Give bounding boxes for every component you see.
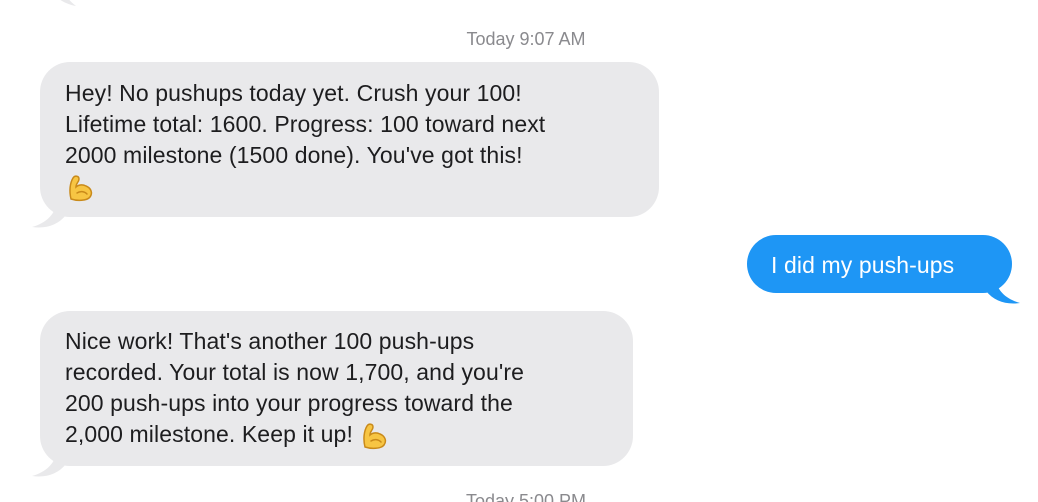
bubble-tail [32,454,66,477]
flexed-biceps-icon [363,423,387,449]
flexed-biceps-icon [69,175,93,201]
timestamp-top: Today 9:07 AM [466,29,586,49]
message-line: recorded. Your total is now 1,700, and y… [65,359,524,385]
bubble-tail [32,205,66,228]
incoming-message-bubble[interactable]: Nice work! That's another 100 push-ups r… [32,311,633,477]
message-line: Nice work! That's another 100 push-ups [65,328,475,354]
incoming-message-bubble[interactable]: Hey! No pushups today yet. Crush your 10… [32,62,659,228]
timestamp-bottom: Today 5:00 PM [465,491,587,502]
message-line: 2000 milestone (1500 done). You've got t… [65,142,523,168]
message-thread: Today 9:07 AM Hey! No pushups today yet.… [0,0,1038,502]
message-line: 200 push-ups into your progress toward t… [65,390,513,416]
bubble-tail [986,281,1020,304]
previous-bubble-tail [60,0,76,6]
message-line: Lifetime total: 1600. Progress: 100 towa… [65,111,546,137]
outgoing-message-bubble[interactable]: I did my push-ups [747,235,1020,304]
message-line: Hey! No pushups today yet. Crush your 10… [65,80,522,106]
message-line: 2,000 milestone. Keep it up! [65,421,353,447]
message-line: I did my push-ups [771,252,955,278]
